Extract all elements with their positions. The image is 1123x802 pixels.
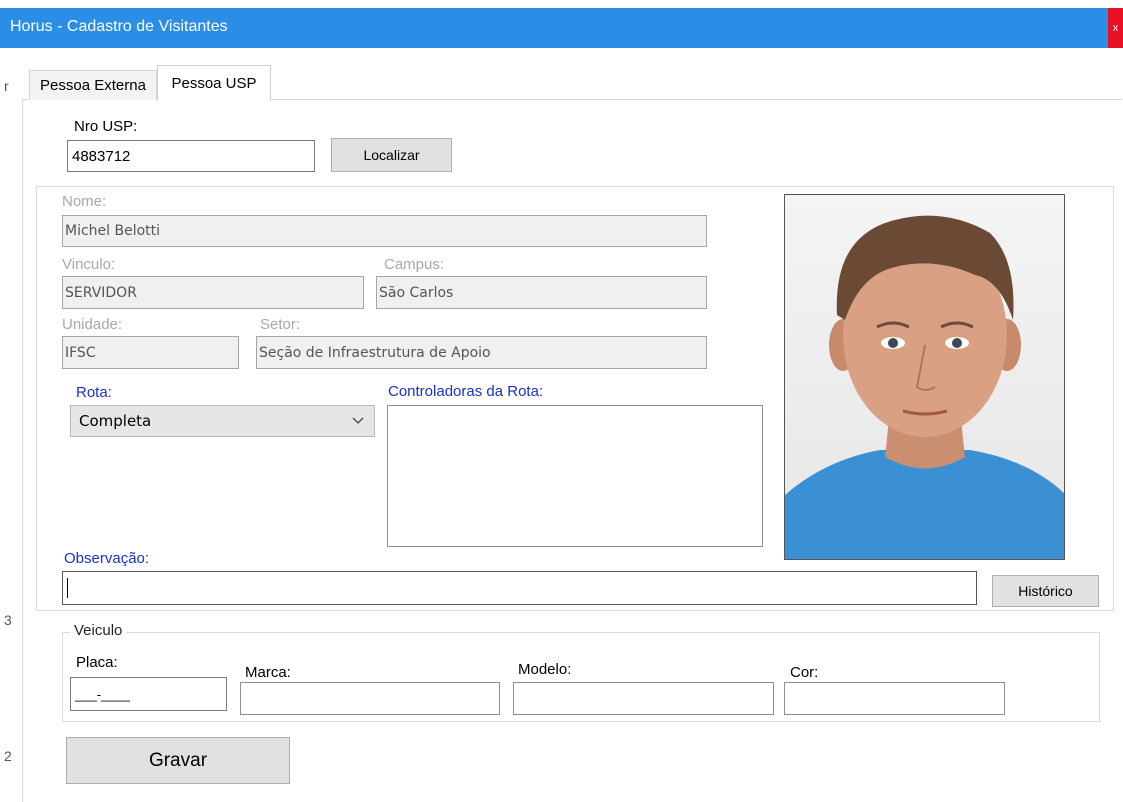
person-photo	[784, 194, 1065, 560]
nro-usp-input[interactable]: 4883712	[67, 140, 315, 172]
nome-label: Nome:	[62, 193, 107, 210]
campus-label: Campus:	[384, 256, 445, 273]
controladoras-label: Controladoras da Rota:	[388, 383, 544, 400]
gravar-button[interactable]: Gravar	[66, 737, 290, 784]
placa-input[interactable]: ___-____	[70, 677, 227, 711]
rota-label: Rota:	[76, 384, 112, 401]
tab-pessoa-externa[interactable]: Pessoa Externa	[29, 70, 157, 100]
tab-pessoa-usp[interactable]: Pessoa USP	[157, 65, 271, 101]
observacao-input[interactable]	[62, 571, 977, 605]
background-window-edge	[0, 62, 16, 802]
controladoras-list[interactable]	[387, 405, 763, 547]
vinculo-field: SERVIDOR	[62, 276, 364, 309]
cor-input[interactable]	[784, 682, 1005, 715]
rota-select[interactable]: Completa	[70, 405, 375, 437]
chevron-down-icon	[352, 417, 364, 424]
text-cursor	[67, 578, 68, 598]
background-text: r	[4, 78, 9, 94]
marca-input[interactable]	[240, 682, 500, 715]
modelo-label: Modelo:	[518, 661, 572, 678]
modelo-input[interactable]	[513, 682, 774, 715]
setor-label: Setor:	[260, 316, 301, 333]
veiculo-legend: Veiculo	[70, 622, 127, 639]
rota-selected-value: Completa	[79, 412, 152, 430]
portrait-image	[785, 195, 1064, 559]
historico-button[interactable]: Histórico	[992, 575, 1099, 607]
unidade-label: Unidade:	[62, 316, 123, 333]
close-button[interactable]: x	[1108, 8, 1123, 48]
localizar-button[interactable]: Localizar	[331, 138, 452, 172]
close-icon: x	[1112, 22, 1119, 34]
nro-usp-label: Nro USP:	[74, 118, 138, 135]
placa-label: Placa:	[76, 654, 118, 671]
observacao-label: Observação:	[64, 550, 150, 567]
unidade-field: IFSC	[62, 336, 239, 369]
background-text: 2	[4, 748, 12, 764]
setor-field: Seção de Infraestrutura de Apoio	[256, 336, 707, 369]
window-title: Horus - Cadastro de Visitantes	[10, 18, 228, 35]
nome-field: Michel Belotti	[62, 215, 707, 247]
marca-label: Marca:	[245, 664, 291, 681]
vinculo-label: Vinculo:	[62, 256, 116, 273]
background-text: 3	[4, 612, 12, 628]
campus-field: São Carlos	[376, 276, 707, 309]
cor-label: Cor:	[790, 664, 819, 681]
